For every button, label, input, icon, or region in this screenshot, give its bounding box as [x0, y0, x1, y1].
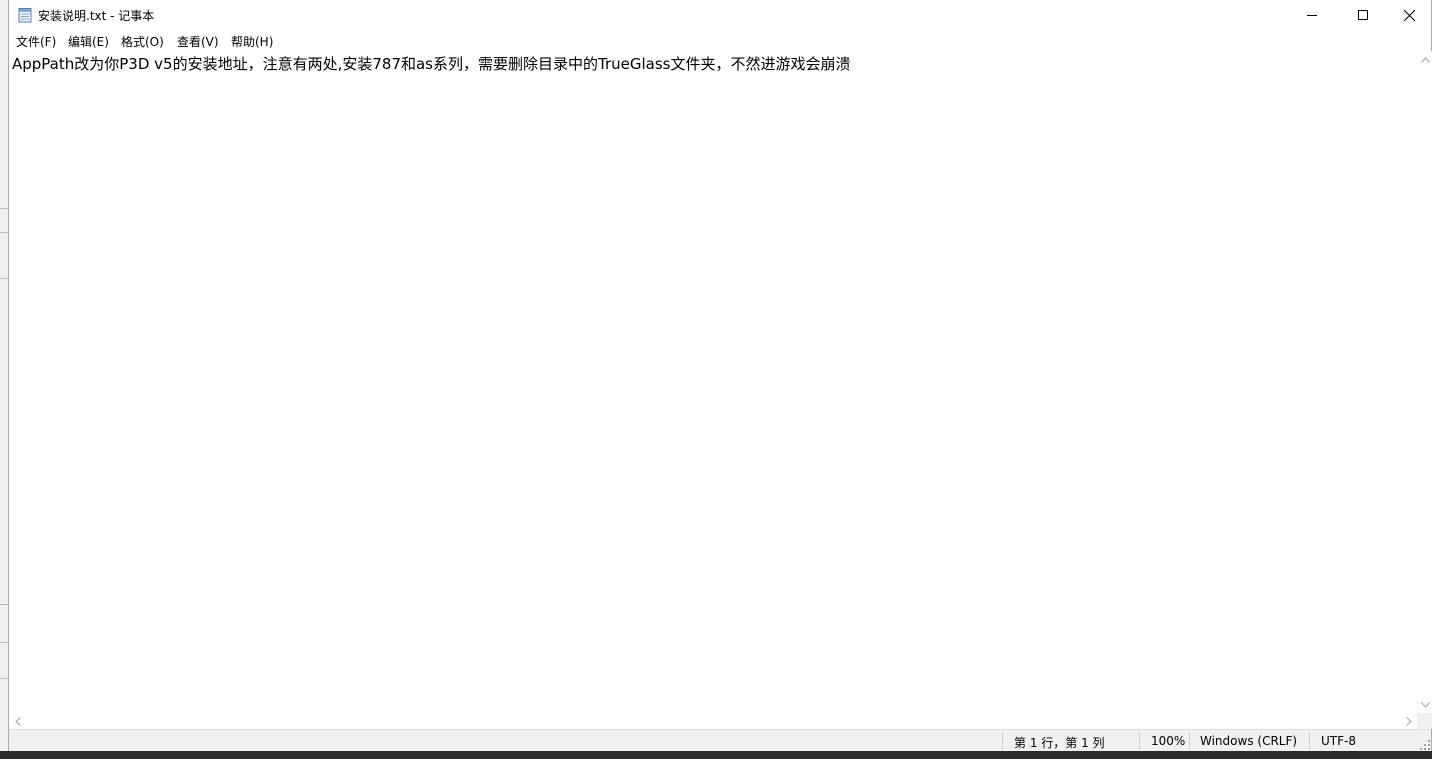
close-button[interactable]	[1386, 0, 1432, 30]
menu-file[interactable]: 文件(F)	[16, 33, 56, 50]
editor-content[interactable]: AppPath改为你P3D v5的安装地址，注意有两处,安装787和as系列，需…	[12, 53, 850, 74]
background-taskbar	[0, 751, 1432, 759]
window-title: 安装说明.txt - 记事本	[38, 9, 155, 23]
scroll-up-arrow-icon[interactable]	[1417, 51, 1432, 68]
encoding: UTF-8	[1321, 734, 1356, 748]
menu-view[interactable]: 查看(V)	[177, 33, 219, 50]
notepad-window: 安装说明.txt - 记事本 文件(F) 编辑(E) 格式(O) 查看(V) 帮…	[8, 0, 1432, 751]
notepad-icon	[18, 8, 32, 23]
minimize-icon	[1307, 15, 1317, 16]
menu-bar: 文件(F) 编辑(E) 格式(O) 查看(V) 帮助(H)	[9, 30, 1431, 51]
scrollbar-corner	[1417, 713, 1432, 729]
background-window-edge	[0, 0, 8, 759]
maximize-button[interactable]	[1340, 0, 1386, 30]
vertical-scrollbar[interactable]	[1417, 51, 1432, 713]
close-icon	[1403, 9, 1415, 21]
menu-help[interactable]: 帮助(H)	[231, 33, 273, 50]
scroll-left-arrow-icon[interactable]	[9, 713, 26, 729]
status-bar: 第 1 行，第 1 列 100% Windows (CRLF) UTF-8	[9, 729, 1431, 751]
text-editor-area[interactable]: AppPath改为你P3D v5的安装地址，注意有两处,安装787和as系列，需…	[9, 51, 1417, 713]
resize-grip-icon[interactable]	[1419, 736, 1431, 750]
horizontal-scrollbar[interactable]	[9, 713, 1417, 729]
zoom-level: 100%	[1151, 734, 1186, 748]
cursor-position: 第 1 行，第 1 列	[1014, 736, 1105, 750]
minimize-button[interactable]	[1289, 0, 1335, 30]
maximize-icon	[1358, 10, 1368, 20]
scroll-right-arrow-icon[interactable]	[1400, 713, 1417, 729]
menu-edit[interactable]: 编辑(E)	[68, 33, 109, 50]
scroll-down-arrow-icon[interactable]	[1417, 696, 1432, 713]
menu-format[interactable]: 格式(O)	[121, 33, 164, 50]
title-bar[interactable]: 安装说明.txt - 记事本	[9, 0, 1431, 30]
line-ending: Windows (CRLF)	[1200, 734, 1298, 748]
